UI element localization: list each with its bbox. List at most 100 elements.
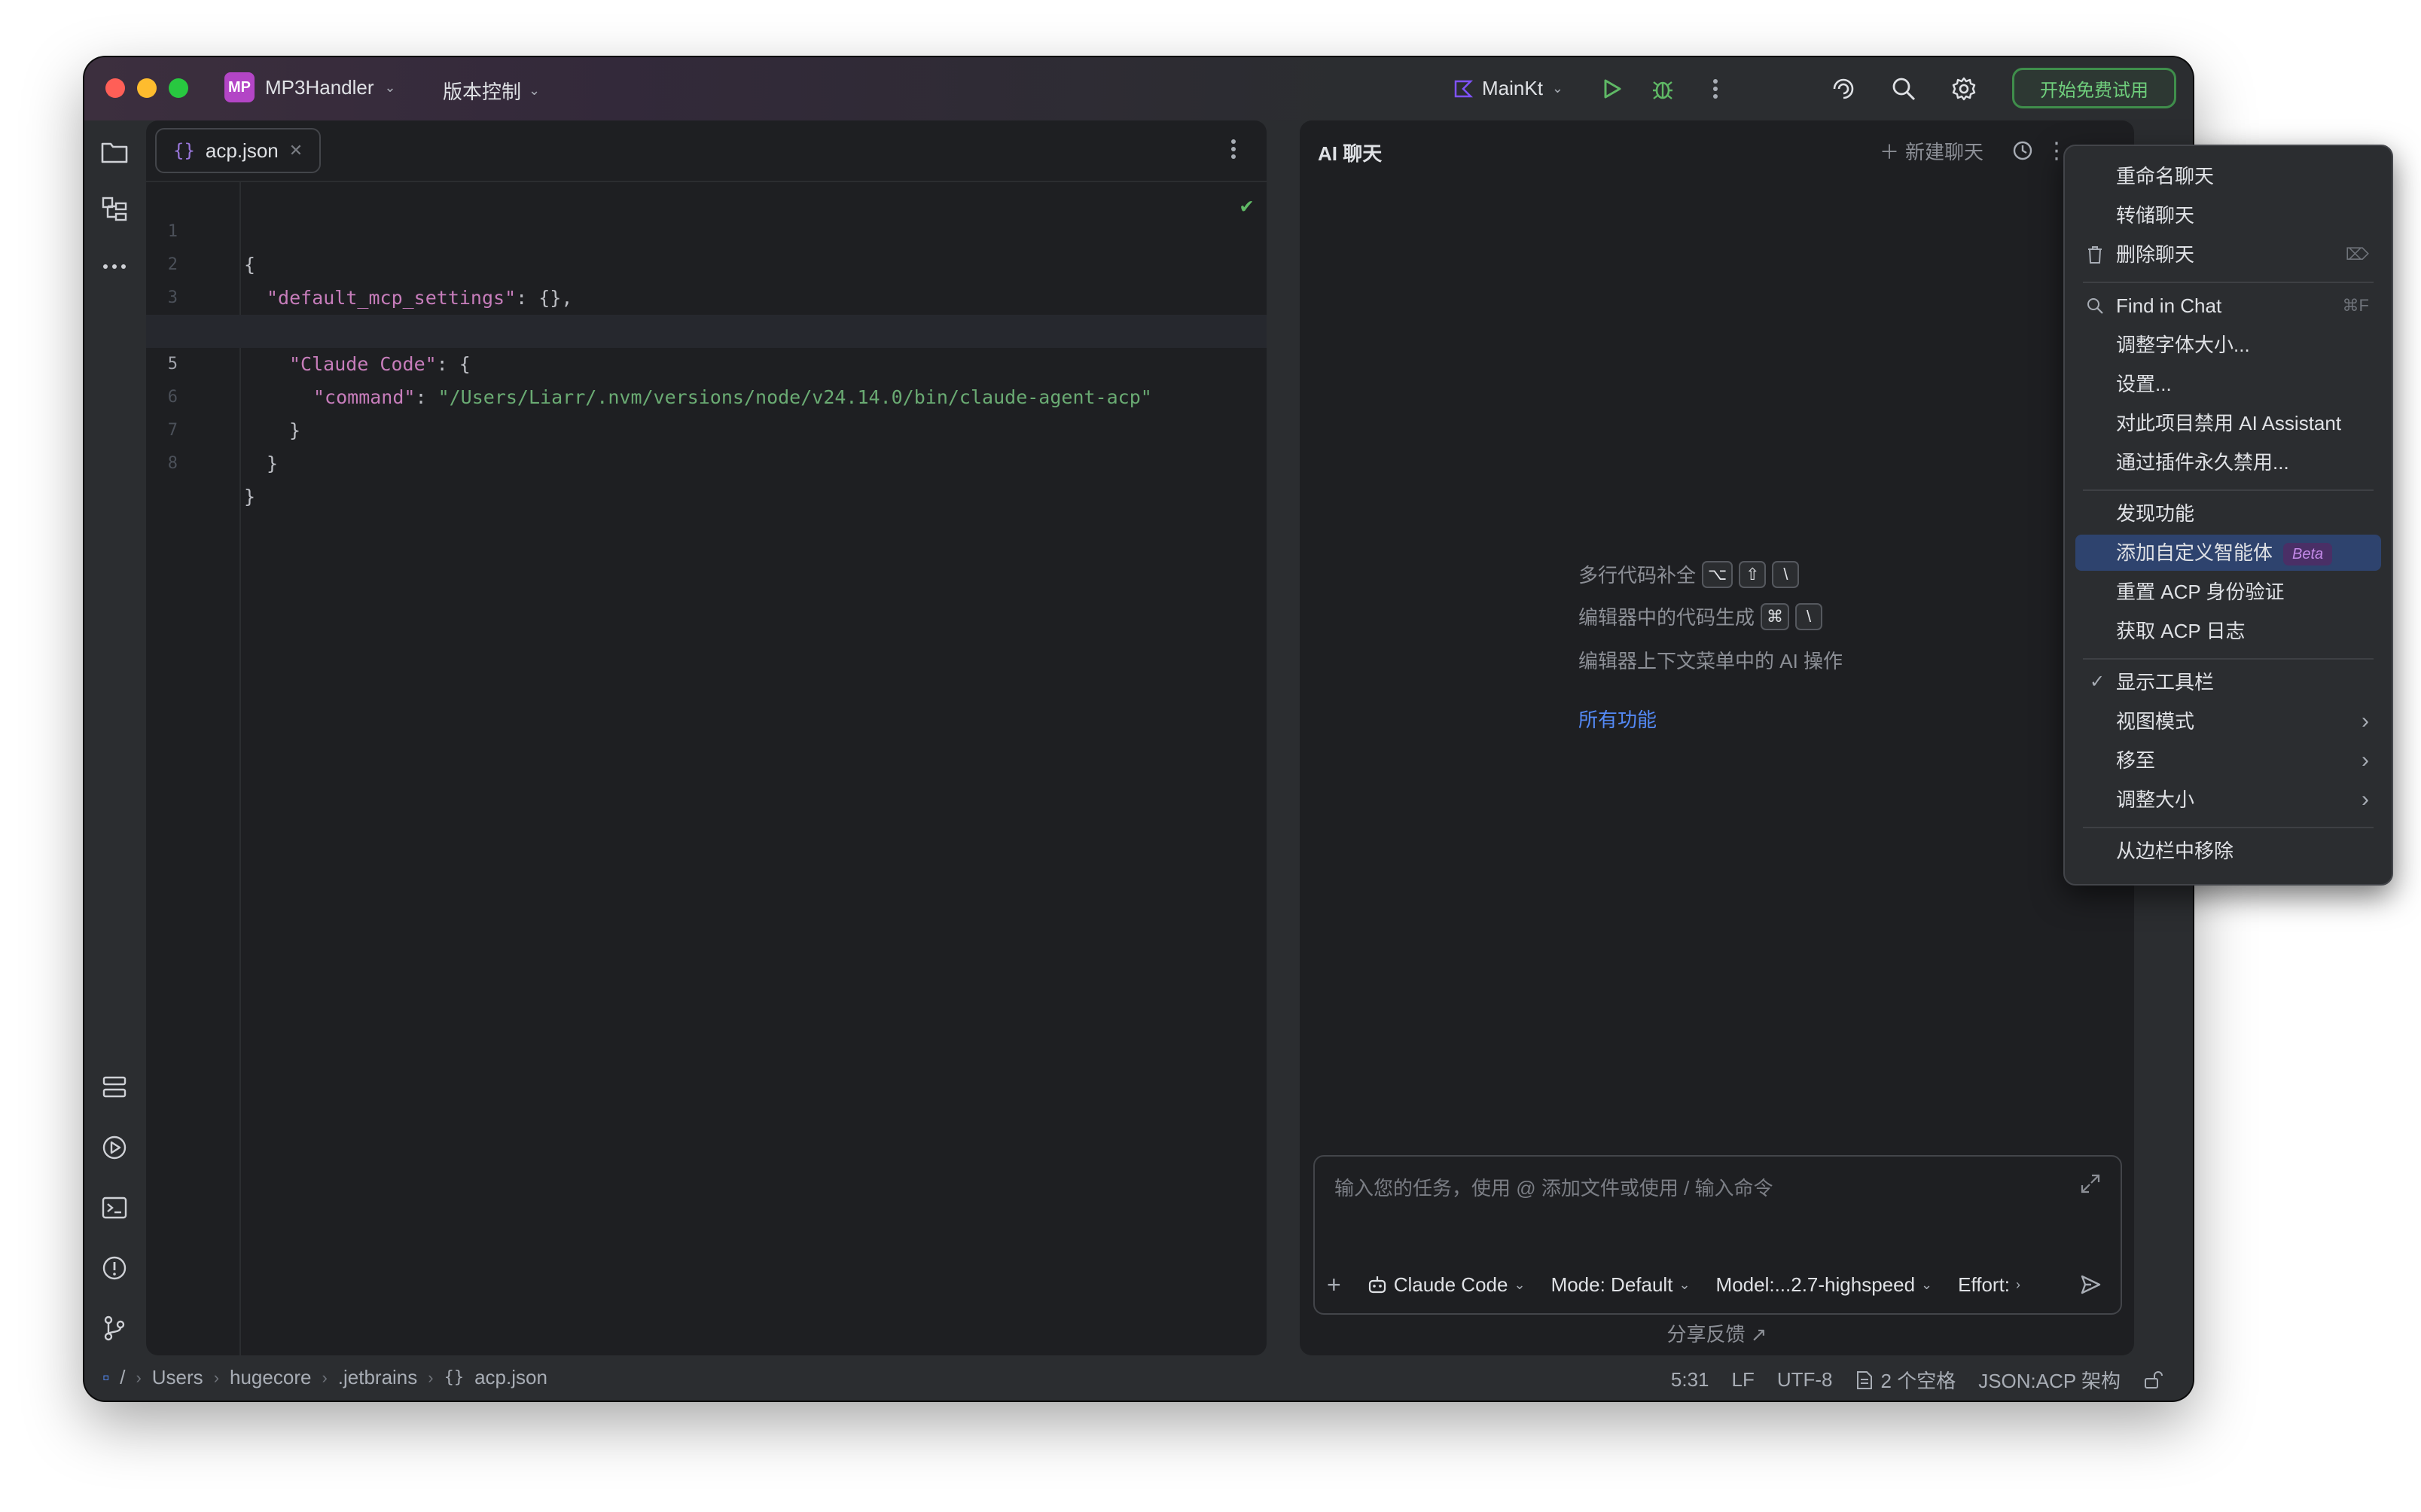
- document-icon: [1855, 1370, 1874, 1390]
- start-free-trial-button[interactable]: 开始免费试用: [2012, 68, 2176, 108]
- breadcrumb-item[interactable]: hugecore: [230, 1366, 311, 1389]
- agent-selector[interactable]: Claude Code ⌄: [1367, 1273, 1526, 1297]
- json-file-icon: {}: [444, 1368, 465, 1387]
- shortcut-hint: ⌦: [2345, 245, 2369, 264]
- chat-input[interactable]: 输入您的任务，使用 @ 添加文件或使用 / 输入命令 + Claude Code…: [1313, 1155, 2122, 1315]
- caret-position[interactable]: 5:31: [1671, 1368, 1709, 1392]
- all-features-link[interactable]: 所有功能: [1578, 705, 1657, 733]
- more-actions-icon[interactable]: [1700, 74, 1730, 104]
- editor-tab-acp-json[interactable]: {} acp.json ✕: [155, 128, 322, 173]
- minimize-window-button[interactable]: [137, 78, 157, 98]
- indent-widget[interactable]: 2 个空格: [1855, 1366, 1956, 1394]
- menu-item-view-mode[interactable]: 视图模式 ›: [2075, 703, 2381, 739]
- debug-icon[interactable]: [1648, 74, 1678, 104]
- send-icon[interactable]: [2075, 1270, 2105, 1300]
- project-selector[interactable]: MP MP3Handler ⌄: [224, 72, 396, 102]
- ai-assistant-icon[interactable]: [1828, 74, 1858, 104]
- menu-item-label: 通过插件永久禁用...: [2116, 451, 2289, 474]
- json-file-icon: {}: [173, 140, 195, 161]
- file-encoding[interactable]: UTF-8: [1777, 1368, 1833, 1392]
- problems-icon[interactable]: [98, 1251, 131, 1285]
- code-line: 8 }: [146, 414, 1267, 508]
- menu-item-remove-from-sidebar[interactable]: 从边栏中移除: [2075, 833, 2381, 869]
- menu-item-disable-permanently[interactable]: 通过插件永久禁用...: [2075, 444, 2381, 480]
- maximize-window-button[interactable]: [169, 78, 188, 98]
- effort-selector[interactable]: Effort: ›: [1958, 1273, 2020, 1297]
- mode-selector[interactable]: Mode: Default ⌄: [1551, 1273, 1691, 1297]
- robot-icon: [1367, 1274, 1388, 1295]
- model-selector[interactable]: Model:...2.7-highspeed ⌄: [1716, 1273, 1933, 1297]
- menu-item-get-acp-logs[interactable]: 获取 ACP 日志: [2075, 613, 2381, 649]
- checkmark-icon: ✓: [2089, 672, 2105, 692]
- menu-item-discover-features[interactable]: 发现功能: [2075, 495, 2381, 532]
- editor-tab-bar: {} acp.json ✕: [146, 120, 1267, 182]
- chevron-right-icon: ›: [136, 1367, 142, 1387]
- share-feedback-link[interactable]: 分享反馈 ↗: [1300, 1319, 2134, 1347]
- menu-item-resize[interactable]: 调整大小 ›: [2075, 782, 2381, 818]
- menu-item-settings[interactable]: 设置...: [2075, 366, 2381, 402]
- menu-item-find-in-chat[interactable]: Find in Chat ⌘F: [2075, 288, 2381, 324]
- menu-item-label: 重命名聊天: [2116, 165, 2215, 187]
- project-folder-icon[interactable]: [98, 136, 131, 169]
- menu-item-label: 重置 ACP 身份验证: [2116, 581, 2285, 603]
- settings-gear-icon[interactable]: [1949, 74, 1979, 104]
- window-controls: [105, 78, 188, 98]
- new-chat-button[interactable]: ＋ 新建聊天: [1880, 137, 1983, 165]
- menu-item-add-custom-agent[interactable]: 添加自定义智能体 Beta: [2075, 535, 2381, 571]
- vcs-menu[interactable]: 版本控制 ⌄: [443, 77, 540, 105]
- menu-item-text: 添加自定义智能体: [2116, 541, 2273, 564]
- plus-icon: +: [1327, 1270, 1341, 1298]
- menu-item-show-toolbar[interactable]: ✓ 显示工具栏: [2075, 664, 2381, 700]
- breadcrumb-item[interactable]: acp.json: [474, 1366, 547, 1389]
- search-icon[interactable]: [1889, 74, 1919, 104]
- search-icon: [2086, 288, 2108, 315]
- json-schema[interactable]: JSON:ACP 架构: [1978, 1366, 2121, 1394]
- plus-icon: ＋: [1880, 141, 1900, 163]
- add-context-button[interactable]: +: [1327, 1271, 1341, 1299]
- breadcrumb-item[interactable]: Users: [152, 1366, 203, 1389]
- git-branch-icon[interactable]: [98, 1312, 131, 1345]
- key-cap: ⌘: [1761, 602, 1790, 630]
- menu-item-dump-chat[interactable]: 转储聊天: [2075, 197, 2381, 233]
- menu-item-move-to[interactable]: 移至 ›: [2075, 742, 2381, 779]
- chat-options-menu: 重命名聊天 转储聊天 删除聊天 ⌦ Find in Chat ⌘F 调整字体大小…: [2063, 145, 2393, 886]
- menu-item-disable-for-project[interactable]: 对此项目禁用 AI Assistant: [2075, 405, 2381, 441]
- close-tab-icon[interactable]: ✕: [289, 141, 303, 160]
- feature-hint: 编辑器中的代码生成 ⌘ \: [1578, 602, 1823, 630]
- unlock-icon[interactable]: [2143, 1370, 2163, 1390]
- run-icon[interactable]: [1596, 74, 1627, 104]
- expand-icon[interactable]: [2077, 1170, 2104, 1197]
- code-area[interactable]: ✔ 1 { 2 "default_mcp_settings": {}, 3 "a…: [146, 182, 1267, 1355]
- chat-history-icon[interactable]: [2008, 136, 2038, 166]
- structure-icon[interactable]: [98, 193, 131, 226]
- chat-input-toolbar: + Claude Code ⌄ Mode: Default ⌄ Model:..…: [1327, 1268, 2108, 1301]
- services-icon[interactable]: [98, 1071, 131, 1104]
- breadcrumb-item[interactable]: .jetbrains: [338, 1366, 418, 1389]
- editor-tabs-more-icon[interactable]: [1218, 134, 1249, 164]
- menu-separator: [2083, 658, 2374, 660]
- kotlin-icon: [1453, 79, 1473, 99]
- code-line: 1 {: [146, 182, 1267, 276]
- menu-item-rename-chat[interactable]: 重命名聊天: [2075, 158, 2381, 194]
- run-configuration-selector[interactable]: MainKt ⌄: [1453, 77, 1563, 100]
- menu-item-label: 移至: [2116, 749, 2156, 772]
- menu-item-label: 转储聊天: [2116, 204, 2195, 227]
- breadcrumb-item[interactable]: /: [120, 1366, 125, 1389]
- line-number: 8: [167, 454, 178, 473]
- feature-label: 多行代码补全: [1578, 564, 1697, 587]
- menu-item-label: 添加自定义智能体 Beta: [2116, 535, 2333, 571]
- run-tool-window-icon[interactable]: [98, 1131, 131, 1164]
- terminal-icon[interactable]: [98, 1191, 131, 1224]
- menu-separator: [2083, 282, 2374, 283]
- line-separator[interactable]: LF: [1732, 1368, 1755, 1392]
- project-badge: MP: [224, 72, 255, 102]
- menu-item-reset-acp-auth[interactable]: 重置 ACP 身份验证: [2075, 574, 2381, 610]
- more-tool-windows-icon[interactable]: [98, 250, 131, 283]
- code-line: 4 "Claude Code": {: [146, 282, 1267, 375]
- menu-item-delete-chat[interactable]: 删除聊天 ⌦: [2075, 236, 2381, 273]
- root-icon[interactable]: ▫: [102, 1366, 109, 1389]
- menu-item-font-size[interactable]: 调整字体大小...: [2075, 327, 2381, 363]
- close-window-button[interactable]: [105, 78, 125, 98]
- editor-pane: {} acp.json ✕ ✔ 1 { 2 "default_mcp_setti…: [146, 120, 1267, 1355]
- chevron-right-icon: ›: [2362, 748, 2369, 773]
